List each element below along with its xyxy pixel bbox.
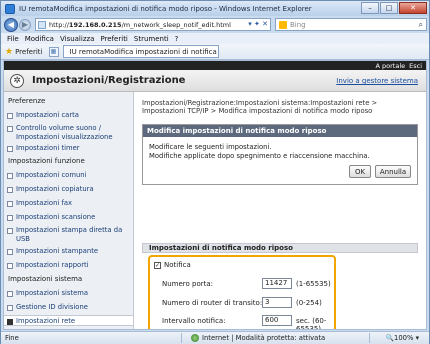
port-label: Numero porta:: [162, 280, 214, 288]
interval-field[interactable]: 600: [262, 315, 292, 326]
sidebar-item-volume[interactable]: Controllo volume suono / Impostazioni vi…: [7, 124, 128, 142]
portal-link[interactable]: A portale: [376, 62, 406, 70]
sidebar-item-copiatura[interactable]: Impostazioni copiatura: [7, 185, 128, 194]
system-manager-link[interactable]: Invio a gestore sistema: [336, 77, 418, 85]
hops-label: Numero di router di transito:: [162, 299, 263, 307]
browser-tab[interactable]: IU remotaModifica impostazioni di notifi…: [62, 45, 219, 58]
notification-checkbox[interactable]: ✓ Notifica: [154, 261, 191, 269]
status-text: Fine: [5, 334, 19, 342]
favorites-button[interactable]: Preferiti: [15, 48, 42, 56]
sidebar-item-stampa-usb[interactable]: Impostazioni stampa diretta da USB: [7, 226, 128, 244]
menu-bar: File Modifica Visualizza Preferiti Strum…: [1, 33, 429, 44]
checkmark-icon[interactable]: ✓: [154, 261, 161, 269]
menu-preferiti[interactable]: Preferiti: [100, 35, 127, 43]
favorites-bar: ★ Preferiti ▦ IU remotaModifica impostaz…: [1, 44, 429, 60]
port-range: (1-65535): [296, 280, 331, 288]
url-input[interactable]: http://192.168.0.215/m_network_sleep_not…: [35, 18, 271, 31]
security-zone[interactable]: Internet | Modalità protetta: attivata: [191, 334, 325, 342]
forward-button[interactable]: ▶: [19, 18, 31, 31]
search-input[interactable]: Bing ⌕: [275, 18, 427, 31]
notification-label: Notifica: [164, 261, 191, 269]
menu-modifica[interactable]: Modifica: [25, 35, 54, 43]
favorites-star-icon[interactable]: ★: [5, 47, 13, 57]
panel-note: Modifiche applicate dopo spegnimento e r…: [149, 152, 370, 160]
globe-icon: [191, 334, 199, 342]
status-separator: [369, 333, 370, 343]
menu-file[interactable]: File: [7, 35, 19, 43]
title-bar: IU remotaModifica impostazioni di notifi…: [1, 1, 429, 16]
address-bar: ◀ ▶ http://192.168.0.215/m_network_sleep…: [1, 16, 429, 33]
panel-title: Modifica impostazioni di notifica modo r…: [143, 125, 417, 137]
menu-help[interactable]: ?: [175, 35, 179, 43]
sidebar-item-sistema[interactable]: Impostazioni sistema: [7, 289, 128, 298]
menu-strumenti[interactable]: Strumenti: [134, 35, 169, 43]
top-link-bar: A portale Esci: [4, 61, 426, 70]
interval-range: sec. (60-65535): [296, 317, 327, 330]
page-header: ✲ Impostazioni/Registrazione Invio a ges…: [4, 70, 426, 92]
ie-app-icon: [5, 3, 15, 14]
window-title: IU remotaModifica impostazioni di notifi…: [19, 4, 312, 13]
sidebar-item-id-divisione[interactable]: Gestione ID divisione: [7, 303, 128, 312]
ok-button[interactable]: OK: [349, 165, 371, 178]
sidebar: Preferenze Impostazioni carta Controllo …: [4, 92, 134, 329]
maximize-button[interactable]: □: [380, 2, 398, 14]
zoom-control[interactable]: 🔍100% ▾: [386, 334, 419, 342]
status-bar: Fine Internet | Modalità protetta: attiv…: [1, 331, 429, 344]
page-icon: [38, 20, 46, 29]
search-icon[interactable]: ⌕: [419, 20, 423, 30]
back-button[interactable]: ◀: [4, 17, 18, 32]
status-separator: [181, 333, 182, 343]
cancel-button[interactable]: Annulla: [375, 165, 411, 178]
page-title: Impostazioni/Registrazione: [32, 75, 186, 86]
sidebar-item-rapporti[interactable]: Impostazioni rapporti: [7, 261, 128, 270]
sidebar-item-comuni[interactable]: Impostazioni comuni: [7, 171, 128, 180]
logout-link[interactable]: Esci: [409, 62, 422, 70]
edit-panel: Modifica impostazioni di notifica modo r…: [142, 124, 418, 185]
browser-window: IU remotaModifica impostazioni di notifi…: [0, 0, 430, 344]
sidebar-item-carta[interactable]: Impostazioni carta: [7, 111, 128, 120]
settings-form-highlight: ✓ Notifica Numero porta: 11427 (1-65535)…: [148, 255, 336, 330]
minimize-button[interactable]: –: [361, 2, 379, 14]
sidebar-item-fax[interactable]: Impostazioni fax: [7, 199, 128, 208]
page-content: A portale Esci ✲ Impostazioni/Registrazi…: [3, 60, 427, 330]
refresh-stop-controls[interactable]: ▾ ✦ ✕: [248, 20, 268, 28]
main-content: Impostazioni/Registrazione:Impostazioni …: [142, 92, 422, 330]
breadcrumb: Impostazioni/Registrazione:Impostazioni …: [142, 99, 378, 115]
sidebar-heading-sistema: Impostazioni sistema: [8, 275, 83, 283]
interval-label: Intervallo notifica:: [162, 317, 226, 325]
sidebar-item-scansione[interactable]: Impostazioni scansione: [7, 213, 128, 222]
sidebar-item-timer[interactable]: Impostazioni timer: [7, 144, 128, 153]
section-title: Impostazioni di notifica modo riposo: [142, 243, 418, 253]
sidebar-heading-funzione: Impostazioni funzione: [8, 157, 85, 165]
quick-tabs-icon[interactable]: ▦: [48, 46, 59, 57]
sidebar-heading-preferenze: Preferenze: [8, 97, 46, 105]
sidebar-item-rete[interactable]: Impostazioni rete: [7, 317, 128, 326]
sidebar-item-stampante[interactable]: Impostazioni stampante: [7, 247, 128, 256]
port-field[interactable]: 11427: [262, 278, 292, 289]
hops-range: (0-254): [296, 299, 322, 307]
panel-instruction: Modificare le seguenti impostazioni.: [149, 143, 272, 151]
close-button[interactable]: ✕: [399, 2, 427, 14]
menu-visualizza[interactable]: Visualizza: [60, 35, 94, 43]
bing-icon: [279, 20, 287, 29]
hops-field[interactable]: 3: [262, 297, 292, 308]
settings-logo-icon: ✲: [10, 73, 24, 88]
